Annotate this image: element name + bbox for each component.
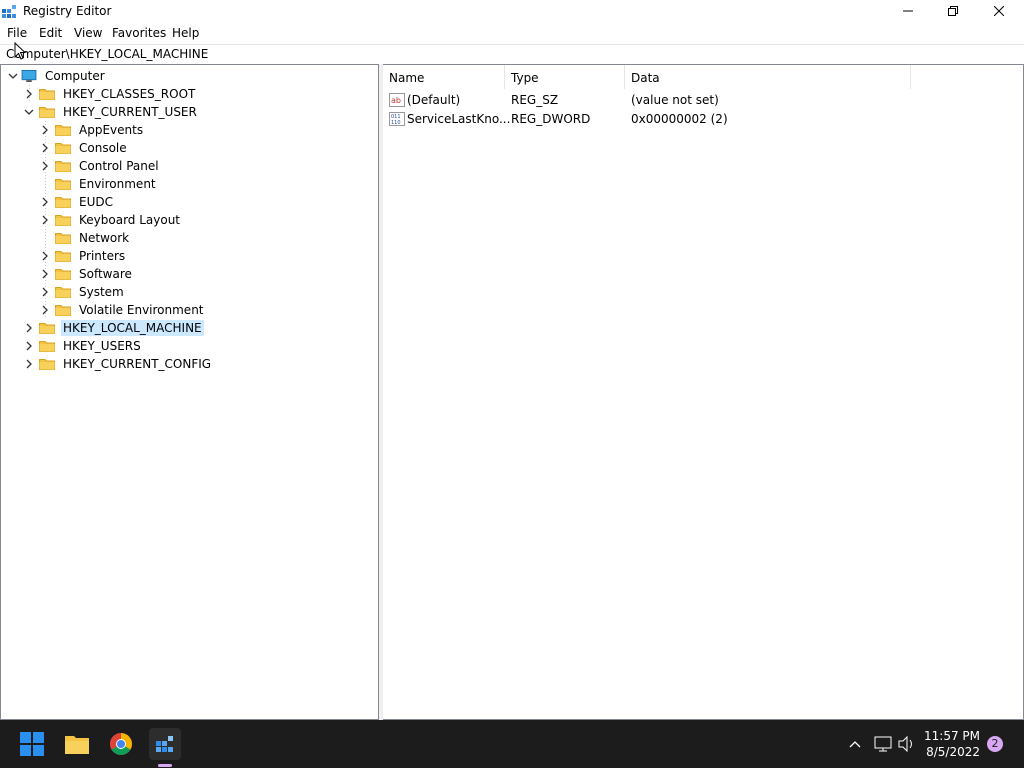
column-header-name[interactable]: Name (383, 65, 505, 89)
clock-date[interactable]: 8/5/2022 (920, 745, 980, 759)
menu-view[interactable]: View (74, 26, 102, 40)
registry-editor-icon (156, 736, 173, 752)
address-bar[interactable]: Computer\HKEY_LOCAL_MACHINE (0, 44, 1024, 64)
restore-button[interactable] (930, 0, 976, 22)
key-tree-pane[interactable]: Computer HKEY_CLASSES_ROOT HKEY_CURRENT_U… (0, 64, 380, 720)
restore-icon (948, 6, 958, 16)
close-icon (994, 6, 1004, 16)
value-row[interactable]: ab (Default) REG_SZ (value not set) (383, 91, 1023, 110)
taskbar: 11:57 PM 8/5/2022 (0, 720, 1024, 768)
volume-icon[interactable] (898, 736, 916, 752)
value-name: (Default) (407, 93, 461, 107)
value-data: (value not set) (631, 93, 719, 107)
string-value-icon: ab (389, 93, 405, 107)
start-icon (20, 732, 44, 756)
registry-editor-app-icon (2, 5, 16, 18)
value-type: REG_DWORD (511, 112, 591, 126)
menu-file[interactable]: File (7, 26, 27, 40)
menu-favorites[interactable]: Favorites (112, 26, 166, 40)
menu-bar: File Edit View Favorites Help (0, 24, 1024, 42)
minimize-button[interactable] (885, 0, 931, 22)
menu-edit[interactable]: Edit (39, 26, 62, 40)
tree-guide-lines (29, 85, 46, 317)
file-explorer-icon (65, 736, 89, 754)
start-button[interactable] (16, 728, 48, 760)
active-app-indicator (158, 764, 172, 767)
column-header-type[interactable]: Type (505, 65, 625, 89)
value-name: ServiceLastKno... (407, 112, 511, 126)
column-header-data[interactable]: Data (625, 65, 911, 89)
minimize-icon (903, 10, 913, 12)
menu-help[interactable]: Help (172, 26, 199, 40)
value-row[interactable]: 011 110 ServiceLastKno... REG_DWORD 0x000000… (383, 110, 1023, 129)
values-list-pane[interactable]: Name Type Data ab (Default) REG_SZ (value n… (383, 64, 1024, 720)
window-title: Registry Editor (23, 4, 112, 18)
value-data: 0x00000002 (2) (631, 112, 728, 126)
svg-text:ab: ab (391, 96, 401, 105)
value-type: REG_SZ (511, 93, 559, 107)
svg-text:110: 110 (391, 120, 401, 126)
network-icon[interactable] (874, 736, 892, 752)
mouse-cursor-icon (14, 42, 26, 60)
chrome-button[interactable] (105, 728, 137, 760)
notification-badge[interactable]: 2 (987, 736, 1003, 752)
file-explorer-button[interactable] (61, 728, 93, 760)
binary-value-icon: 011110 (389, 112, 405, 126)
title-bar: Registry Editor (0, 0, 1024, 22)
close-button[interactable] (976, 0, 1022, 22)
chevron-up-icon[interactable] (848, 737, 862, 751)
address-path[interactable]: Computer\HKEY_LOCAL_MACHINE (6, 47, 208, 61)
registry-editor-taskbar-button[interactable] (149, 728, 181, 760)
chrome-icon (110, 733, 132, 755)
clock-time[interactable]: 11:57 PM (920, 729, 980, 743)
